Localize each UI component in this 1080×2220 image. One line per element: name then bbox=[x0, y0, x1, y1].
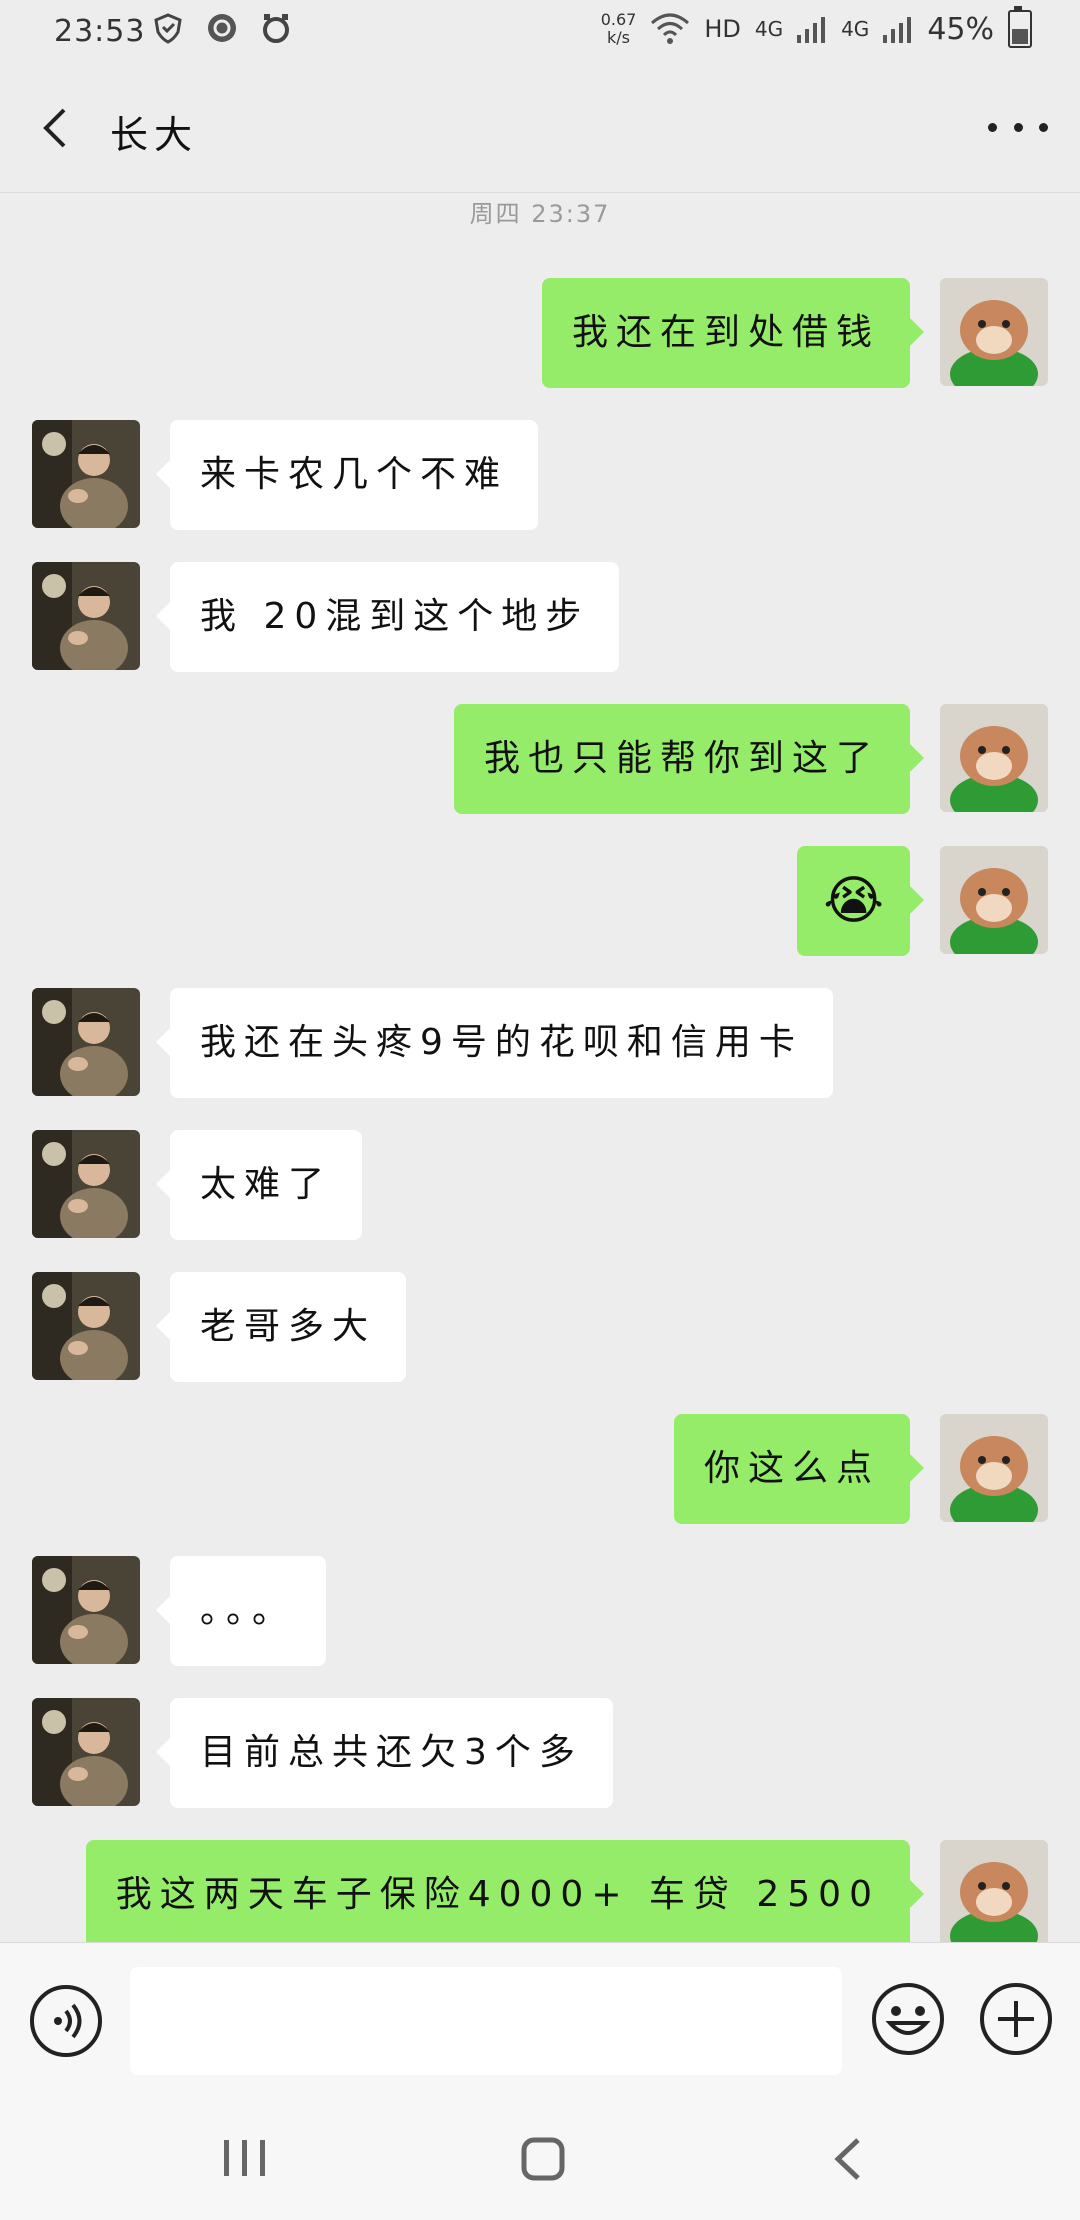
message-bubble[interactable]: 我这两天车子保险4000+ 车贷 2500 bbox=[85, 1840, 925, 1942]
message-bubble[interactable]: 我也只能帮你到这了 bbox=[453, 704, 925, 814]
home-icon[interactable] bbox=[520, 2136, 566, 2182]
status-time: 23:53 bbox=[54, 14, 146, 49]
contact-avatar[interactable] bbox=[32, 988, 140, 1096]
recents-icon[interactable] bbox=[220, 2138, 270, 2178]
message-input[interactable] bbox=[130, 1967, 842, 2075]
my-avatar[interactable] bbox=[940, 704, 1048, 812]
back-arrow-icon[interactable] bbox=[28, 98, 88, 158]
incoming-message: 老哥多大 bbox=[0, 1272, 1080, 1382]
nav-back-icon[interactable] bbox=[830, 2136, 866, 2182]
contact-avatar[interactable] bbox=[32, 1130, 140, 1238]
outgoing-message: 我还在到处借钱 bbox=[0, 278, 1080, 388]
my-avatar[interactable] bbox=[940, 846, 1048, 954]
outgoing-message: 你这么点 bbox=[0, 1414, 1080, 1524]
incoming-message: 我还在头疼9号的花呗和信用卡 bbox=[0, 988, 1080, 1098]
message-bubble[interactable]: 来卡农几个不难 bbox=[155, 420, 539, 530]
contact-avatar[interactable] bbox=[32, 1272, 140, 1380]
message-bubble[interactable]: 我还在到处借钱 bbox=[541, 278, 925, 388]
message-bubble[interactable]: 😭 bbox=[797, 846, 924, 956]
contact-avatar[interactable] bbox=[32, 562, 140, 670]
alarm-icon bbox=[263, 14, 289, 43]
outgoing-message: 我也只能帮你到这了 bbox=[0, 704, 1080, 814]
signal-icon bbox=[797, 17, 826, 43]
chat-timestamp: 周四 23:37 bbox=[469, 200, 611, 228]
message-list[interactable]: 周四 23:37 我还在到处借钱 来卡农几个不难我 20混到这个地步我也只能帮你到… bbox=[0, 192, 1080, 1942]
contact-avatar[interactable] bbox=[32, 1698, 140, 1806]
message-bubble[interactable]: 我还在头疼9号的花呗和信用卡 bbox=[156, 988, 833, 1098]
message-bubble[interactable]: 。。。 bbox=[155, 1556, 327, 1666]
input-bar bbox=[0, 1942, 1080, 2099]
hd-label: HD bbox=[704, 15, 741, 43]
message-bubble[interactable]: 我 20混到这个地步 bbox=[155, 562, 620, 672]
message-bubble[interactable]: 老哥多大 bbox=[155, 1272, 407, 1382]
network-type-2: 4G bbox=[841, 17, 870, 41]
contact-avatar[interactable] bbox=[32, 420, 140, 528]
status-bar: 23:53 0.67 k/s HD 4G 4G 45% bbox=[0, 0, 1080, 64]
incoming-message: 我 20混到这个地步 bbox=[0, 562, 1080, 672]
my-avatar[interactable] bbox=[940, 1840, 1048, 1942]
message-bubble[interactable]: 目前总共还欠3个多 bbox=[156, 1698, 613, 1808]
message-bubble[interactable]: 太难了 bbox=[155, 1130, 363, 1240]
system-nav-bar bbox=[0, 2098, 1080, 2220]
my-avatar[interactable] bbox=[940, 1414, 1048, 1522]
emoji-icon[interactable] bbox=[868, 1979, 948, 2059]
chat-title: 长大 bbox=[110, 113, 199, 157]
battery-percent: 45% bbox=[927, 11, 994, 47]
outgoing-message: 😭 bbox=[0, 846, 1080, 956]
chat-header: 长大 bbox=[0, 64, 1080, 193]
network-type-1: 4G bbox=[754, 17, 784, 41]
message-bubble[interactable]: 你这么点 bbox=[673, 1414, 925, 1524]
incoming-message: 太难了 bbox=[0, 1130, 1080, 1240]
voice-icon[interactable] bbox=[28, 1983, 104, 2059]
shield-icon bbox=[154, 13, 182, 44]
battery-icon bbox=[1008, 6, 1032, 48]
wifi-icon bbox=[651, 13, 690, 44]
incoming-message: 来卡农几个不难 bbox=[0, 420, 1080, 530]
signal-icon-2 bbox=[883, 17, 912, 43]
sync-icon bbox=[208, 14, 236, 42]
network-speed: 0.67 k/s bbox=[600, 10, 637, 47]
contact-avatar[interactable] bbox=[32, 1556, 140, 1664]
incoming-message: 目前总共还欠3个多 bbox=[0, 1698, 1080, 1808]
more-dots-icon[interactable] bbox=[988, 102, 1048, 152]
my-avatar[interactable] bbox=[940, 278, 1048, 386]
incoming-message: 。。。 bbox=[0, 1556, 1080, 1666]
outgoing-message: 我这两天车子保险4000+ 车贷 2500 bbox=[0, 1840, 1080, 1942]
plus-icon[interactable] bbox=[976, 1979, 1056, 2059]
